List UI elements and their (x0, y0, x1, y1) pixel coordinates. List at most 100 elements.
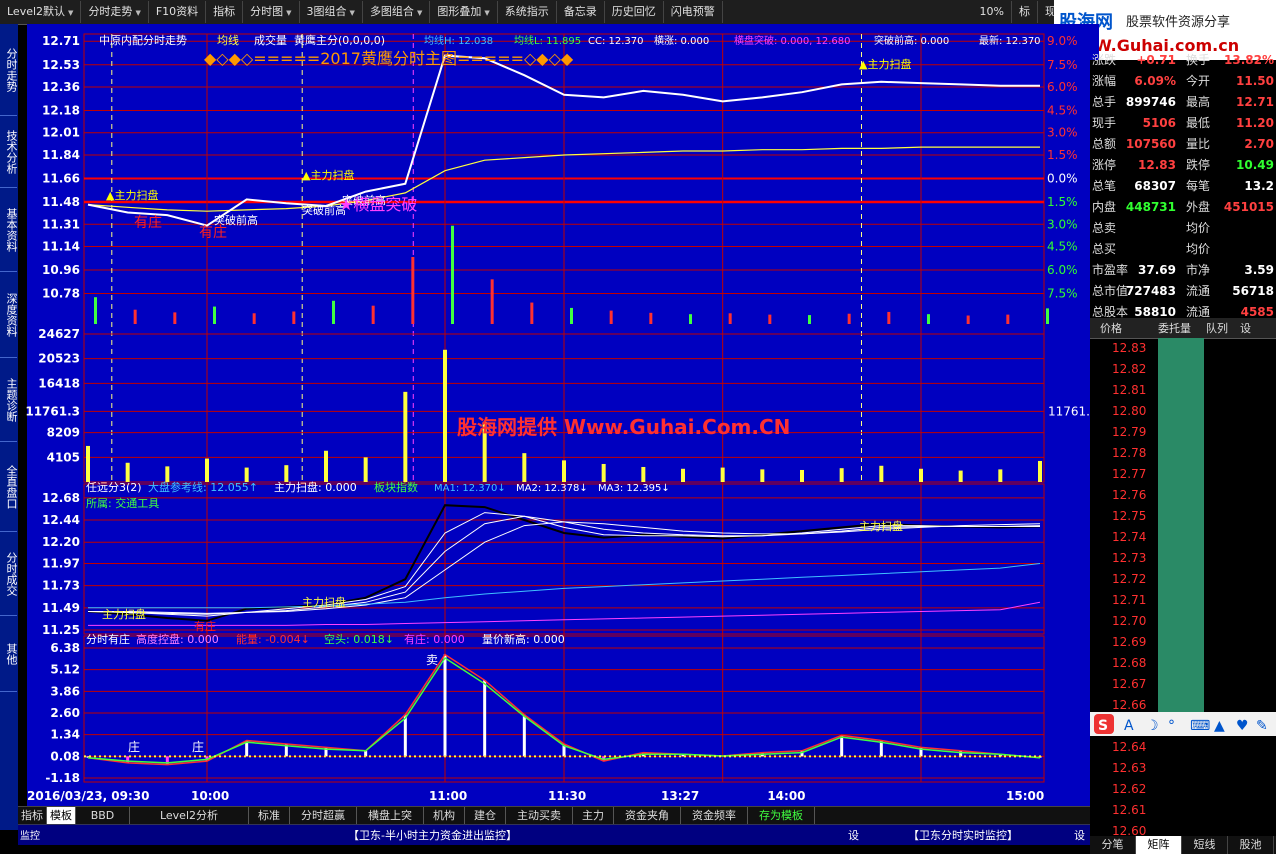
book-price-7: 12.76 (1112, 488, 1147, 502)
toolbar-item-8[interactable]: 系统指示 (498, 1, 557, 23)
indicator-tab-1[interactable]: 模板 (47, 807, 76, 825)
toolbar-item-6[interactable]: 多图组合 (363, 1, 431, 23)
indicator-tab-8[interactable]: 建仓 (465, 807, 506, 825)
volume-bar-11 (522, 453, 527, 482)
status-right-set[interactable]: 设 (1074, 827, 1085, 843)
quote-value-4: 107560 (1125, 137, 1176, 151)
price-zone-bar-5 (292, 311, 296, 324)
quote-value2-4: 2.70 (1244, 137, 1274, 151)
book-header-3[interactable]: 设 (1240, 320, 1251, 336)
sub2-h5: 量价新高: 0.000 (482, 632, 565, 646)
quote-label2-11: 流通 (1186, 284, 1211, 298)
left-tab-1[interactable]: 技术分析 (0, 116, 18, 188)
toolbar-item-3[interactable]: 指标 (206, 1, 244, 23)
left-tab-0[interactable]: 分时走势 (0, 24, 18, 116)
status-left-set[interactable]: 设 (848, 827, 859, 843)
main-header-cc: CC: 12.370 (588, 36, 644, 47)
annotation-5: 突破前高 (214, 213, 258, 227)
toolbar-right-1[interactable]: 标 (1012, 1, 1038, 23)
left-tab-5[interactable]: 全直盘口 (0, 442, 18, 532)
left-tab-2[interactable]: 基本资料 (0, 188, 18, 272)
price-zone-bar-18 (808, 315, 811, 324)
volume-bar-1 (125, 462, 130, 482)
toolbar-item-9[interactable]: 备忘录 (557, 1, 605, 23)
book-price-16: 12.67 (1112, 677, 1147, 691)
book-header-1[interactable]: 委托量 (1158, 320, 1191, 336)
book-price-19: 12.64 (1112, 740, 1147, 754)
quote-label2-0: 换手 (1186, 53, 1211, 67)
sub2-tick-2: 3.86 (50, 684, 80, 698)
volume-bar-7 (363, 457, 368, 482)
toolbar-item-7[interactable]: 图形叠加 (430, 1, 498, 23)
book-price-1: 12.82 (1112, 362, 1147, 376)
sub1-tick-3: 11.97 (42, 556, 80, 570)
toolbar-item-2[interactable]: F10资料 (149, 1, 207, 23)
left-tab-4[interactable]: 主题诊断 (0, 358, 18, 442)
toolbar-item-0[interactable]: Level2默认 (0, 1, 82, 23)
quote-tab-1[interactable]: 矩阵 (1136, 836, 1182, 854)
toolbar-item-5[interactable]: 3图组合 (300, 1, 363, 23)
book-header-0[interactable]: 价格 (1100, 320, 1122, 336)
sub2-bar-11 (522, 714, 526, 757)
svg-text:▲: ▲ (1214, 718, 1225, 734)
book-price-22: 12.61 (1112, 803, 1147, 817)
status-right-monitor[interactable]: 【卫东分时实时监控】 (908, 827, 1018, 843)
indicator-tab-2[interactable]: BBD (76, 807, 130, 825)
quote-tab-3[interactable]: 股池 (1228, 836, 1274, 854)
status-left-monitor[interactable]: 【卫东-半小时主力资金进出监控】 (348, 827, 517, 843)
indicator-tab-0[interactable]: 指标 (18, 807, 47, 825)
sub1-h1: 大盘参考线: 12.055↑ (148, 480, 258, 494)
book-price-13: 12.70 (1112, 614, 1147, 628)
indicator-tabs: 指标 模板 BBD Level2分析 标准 分时超赢 横盘上突 机构 建仓 主动买卖 主力 资金夹角资… (18, 806, 1090, 825)
vol-tick-2: 16418 (38, 376, 80, 390)
indicator-tab-11[interactable]: 资金夹角 (614, 807, 681, 825)
quote-value2-2: 12.71 (1236, 95, 1274, 109)
toolbar-right-0[interactable]: 10% (973, 1, 1012, 23)
indicator-tab-13[interactable]: 存为模板 (748, 807, 815, 825)
vol-tick-0: 24627 (38, 327, 80, 341)
quote-tab-2[interactable]: 短线 (1182, 836, 1228, 854)
quote-value-2: 899746 (1125, 95, 1176, 109)
indicator-tab-4[interactable]: 标准 (249, 807, 290, 825)
left-tab-7[interactable]: 其他 (0, 616, 18, 692)
quote-row-2: 总手 899746 最高 12.71 (1090, 92, 1276, 113)
toolbar-item-10[interactable]: 历史回忆 (605, 1, 664, 23)
main-header-mode: 均线 (217, 33, 239, 47)
order-book-header: 价格 委托量 队列设 (1090, 318, 1276, 339)
toolbar-item-1[interactable]: 分时走势 (81, 1, 149, 23)
quote-row-5: 涨停 12.83 跌停 10.49 (1090, 155, 1276, 176)
toolbar-item-11[interactable]: 闪电预警 (664, 1, 723, 23)
book-header-2[interactable]: 队列 (1206, 320, 1228, 336)
indicator-tab-5[interactable]: 分时超赢 (290, 807, 357, 825)
quote-row-10: 市盈率 37.69 市净 3.59 (1090, 260, 1276, 281)
indicator-tab-6[interactable]: 横盘上突 (357, 807, 424, 825)
book-price-2: 12.81 (1112, 383, 1147, 397)
book-price-20: 12.63 (1112, 761, 1147, 775)
volume-bar-24 (1038, 460, 1042, 482)
quote-label-3: 现手 (1092, 116, 1117, 130)
indicator-tab-12[interactable]: 资金频率 (681, 807, 748, 825)
toolbar-item-4[interactable]: 分时图 (243, 1, 300, 23)
book-price-4: 12.79 (1112, 425, 1147, 439)
book-row-21: 12.62 (1090, 779, 1276, 800)
price-zone-bar-17 (768, 314, 772, 324)
quote-row-6: 总笔 68307 每笔 13.2 (1090, 176, 1276, 197)
right-bottom-tabs: 分笔 矩阵 短线 股池 (1090, 836, 1276, 854)
indicator-tab-7[interactable]: 机构 (424, 807, 465, 825)
quote-row-11: 总市值 727483 流通 56718 (1090, 281, 1276, 302)
quote-label2-2: 最高 (1186, 95, 1211, 109)
indicator-tab-3[interactable]: Level2分析 (130, 807, 249, 825)
quote-label2-7: 外盘 (1186, 200, 1211, 214)
quote-tab-0[interactable]: 分笔 (1090, 836, 1136, 854)
volume-bar-5 (284, 465, 289, 482)
left-tab-3[interactable]: 深度资料 (0, 272, 18, 358)
ime-toolbar: S A ☽ ° ⌨ ▲ ♥ ✎ (1090, 712, 1276, 736)
price-tick-2: 12.36 (42, 80, 80, 94)
pct-tick-3: 4.5% (1047, 104, 1078, 118)
left-tab-6[interactable]: 分时成交 (0, 532, 18, 616)
vol-tick-3: 11761.3 (25, 404, 80, 418)
indicator-tab-10[interactable]: 主力 (573, 807, 614, 825)
book-price-3: 12.80 (1112, 404, 1147, 418)
indicator-tab-9[interactable]: 主动买卖 (506, 807, 573, 825)
volume-bar-19 (839, 468, 844, 482)
